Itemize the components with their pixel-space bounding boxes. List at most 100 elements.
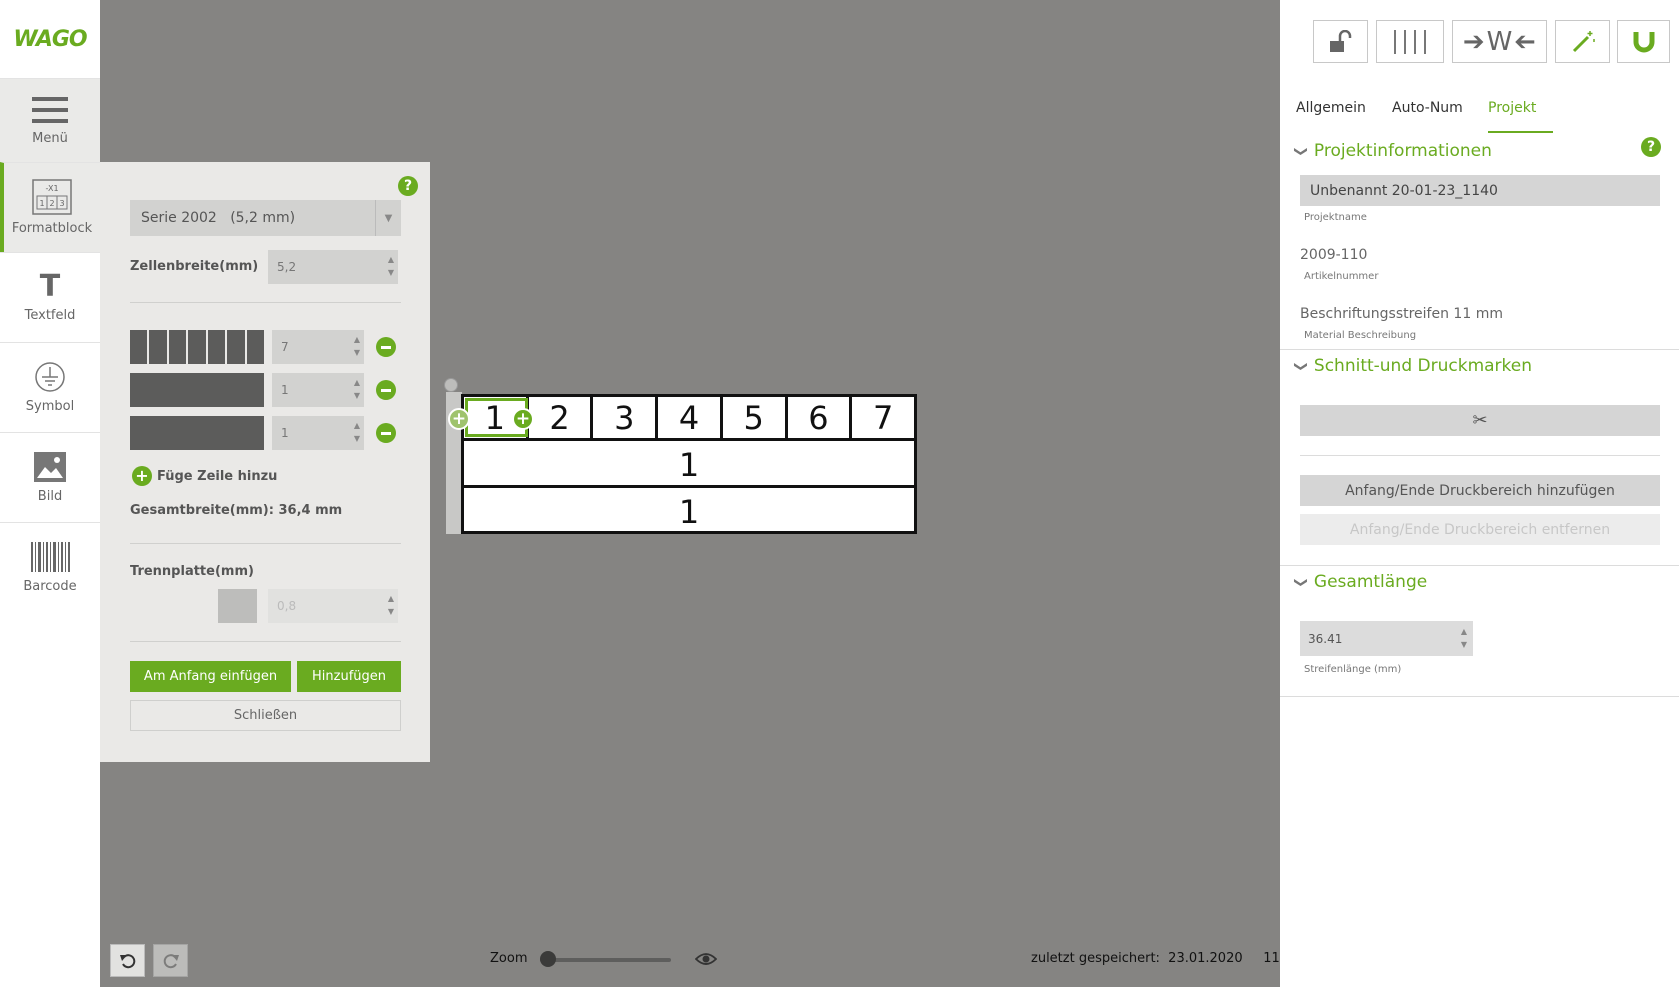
series-select[interactable]: Serie 2002 (5,2 mm) ▼: [130, 200, 401, 236]
sidebar-item-label: Barcode: [23, 579, 77, 594]
chevron-down-icon: ❯: [1292, 360, 1308, 372]
add-row-button[interactable]: + Füge Zeile hinzu: [132, 466, 277, 486]
svg-text:2: 2: [49, 199, 54, 208]
stepper-arrows-icon[interactable]: ▲ ▼: [1461, 625, 1467, 651]
stepper-arrows-icon[interactable]: ▲ ▼: [388, 592, 394, 618]
strip-cell[interactable]: 6: [788, 397, 853, 438]
fit-width-button[interactable]: ➔ W ➔: [1452, 20, 1547, 63]
stepper-arrows-icon[interactable]: ▲ ▼: [354, 376, 360, 402]
remove-row-2-button[interactable]: [376, 380, 396, 400]
strip-row-3[interactable]: 1: [464, 490, 914, 534]
sidebar-item-label: Symbol: [25, 399, 75, 414]
sidebar-item-label: Formatblock: [11, 221, 93, 236]
svg-text:-X1: -X1: [45, 184, 58, 193]
chevron-down-icon: ❯: [1292, 145, 1308, 157]
undo-icon: [119, 953, 135, 968]
row-2-cell-count[interactable]: 1 ▲ ▼: [272, 373, 364, 407]
sidebar-item-symbol[interactable]: Symbol: [0, 342, 100, 432]
undo-button[interactable]: [110, 944, 145, 977]
zoom-slider-thumb[interactable]: [539, 951, 556, 967]
add-print-range-button[interactable]: Anfang/Ende Druckbereich hinzufügen: [1300, 475, 1660, 506]
row-3-cell-count[interactable]: 1 ▲ ▼: [272, 416, 364, 450]
close-button[interactable]: Schließen: [130, 700, 401, 731]
barcode-icon: [31, 542, 70, 572]
strip-cell[interactable]: 4: [658, 397, 723, 438]
tab-projekt[interactable]: Projekt: [1488, 100, 1536, 116]
remove-print-range-button[interactable]: Anfang/Ende Druckbereich entfernen: [1300, 514, 1660, 545]
divider: [1280, 349, 1679, 350]
image-icon: [34, 452, 66, 482]
row-1-cell-count[interactable]: 7 ▲ ▼: [272, 330, 364, 364]
separator-width-input[interactable]: 0,8 ▲ ▼: [268, 589, 398, 623]
ground-symbol-icon: [35, 362, 65, 392]
chevron-down-icon: ❯: [1292, 576, 1308, 588]
divider: [130, 543, 401, 544]
strip-cell[interactable]: 5: [723, 397, 788, 438]
remove-row-3-button[interactable]: [376, 423, 396, 443]
project-name-input[interactable]: Unbenannt 20-01-23_1140: [1300, 175, 1660, 206]
separator-label: Trennplatte(mm): [130, 564, 254, 579]
total-width-text: Gesamtbreite(mm): 36,4 mm: [130, 503, 343, 518]
stepper-arrows-icon[interactable]: ▲ ▼: [354, 419, 360, 445]
sidebar-item-formatblock[interactable]: -X1 1 2 3 Formatblock: [0, 162, 100, 252]
section-cut-marks-header[interactable]: ❯ Schnitt-und Druckmarken: [1292, 356, 1532, 376]
section-project-info-header[interactable]: ❯ Projektinformationen: [1292, 141, 1492, 161]
magic-wand-button[interactable]: [1555, 20, 1610, 63]
hamburger-icon: [32, 97, 68, 123]
plus-icon: +: [132, 466, 152, 486]
zoom-slider-track[interactable]: [540, 958, 671, 962]
stepper-arrows-icon[interactable]: ▲ ▼: [354, 333, 360, 359]
insert-cell-before-icon[interactable]: +: [448, 408, 470, 430]
redo-button[interactable]: [153, 944, 188, 977]
remove-row-1-button[interactable]: [376, 337, 396, 357]
sidebar-item-label: Bild: [37, 489, 63, 504]
chevron-down-icon[interactable]: ▼: [375, 200, 401, 236]
material-description-caption: Material Beschreibung: [1304, 330, 1417, 341]
magnet-button[interactable]: [1617, 20, 1670, 63]
magic-wand-icon: [1572, 30, 1595, 52]
lock-button[interactable]: [1313, 20, 1368, 63]
strip-cell[interactable]: 7: [852, 397, 914, 438]
sidebar-item-menu[interactable]: Menü: [0, 78, 100, 162]
strip-drag-handle[interactable]: [444, 378, 458, 392]
redo-icon: [163, 953, 179, 968]
separator-toggle[interactable]: [218, 589, 257, 623]
stepper-arrows-icon[interactable]: ▲ ▼: [388, 253, 394, 279]
add-button[interactable]: Hinzufügen: [297, 661, 401, 692]
section-total-length-header[interactable]: ❯ Gesamtlänge: [1292, 572, 1427, 592]
help-icon[interactable]: ?: [398, 176, 418, 196]
active-tab-indicator: [1488, 131, 1553, 133]
row-3-preview: [130, 416, 264, 450]
article-number-caption: Artikelnummer: [1304, 271, 1379, 282]
sidebar-item-textfeld[interactable]: T Textfeld: [0, 252, 100, 342]
eye-icon[interactable]: [695, 951, 717, 967]
tab-allgemein[interactable]: Allgemein: [1296, 100, 1366, 116]
zoom-label: Zoom: [490, 951, 528, 966]
insert-at-start-button[interactable]: Am Anfang einfügen: [130, 661, 291, 692]
cell-width-label: Zellenbreite(mm): [130, 259, 259, 274]
sidebar-item-barcode[interactable]: Barcode: [0, 522, 100, 612]
strip-cell[interactable]: 3: [593, 397, 659, 438]
cut-marks-button[interactable]: ✂: [1300, 405, 1660, 436]
divider: [1280, 565, 1679, 566]
format-block-panel: ? Serie 2002 (5,2 mm) ▼ Zellenbreite(mm)…: [100, 162, 430, 762]
scissors-icon: ✂: [1472, 410, 1488, 431]
strip-length-input[interactable]: 36.41 ▲ ▼: [1300, 621, 1473, 656]
text-icon: T: [39, 269, 61, 304]
width-fit-icon: ➔ W ➔: [1462, 26, 1537, 57]
project-name-caption: Projektname: [1304, 212, 1367, 223]
tab-auto-num[interactable]: Auto-Num: [1392, 100, 1463, 116]
sidebar-item-label: Textfeld: [24, 308, 76, 323]
cell-width-input[interactable]: 5,2 ▲ ▼: [268, 250, 398, 284]
material-description-value: Beschriftungsstreifen 11 mm: [1300, 306, 1503, 322]
wago-logo: WAGO: [13, 26, 87, 52]
row-2-preview: [130, 373, 264, 407]
strip-row-2[interactable]: 1: [464, 444, 914, 488]
columns-button[interactable]: [1376, 20, 1444, 63]
insert-cell-after-icon[interactable]: +: [512, 408, 534, 430]
sidebar-item-bild[interactable]: Bild: [0, 432, 100, 522]
last-saved-status: zuletzt gespeichert: 23.01.2020 11:49: [1031, 951, 1301, 966]
strip-cell[interactable]: 2: [529, 397, 594, 438]
help-icon[interactable]: ?: [1641, 137, 1661, 157]
columns-icon: [1394, 29, 1426, 54]
